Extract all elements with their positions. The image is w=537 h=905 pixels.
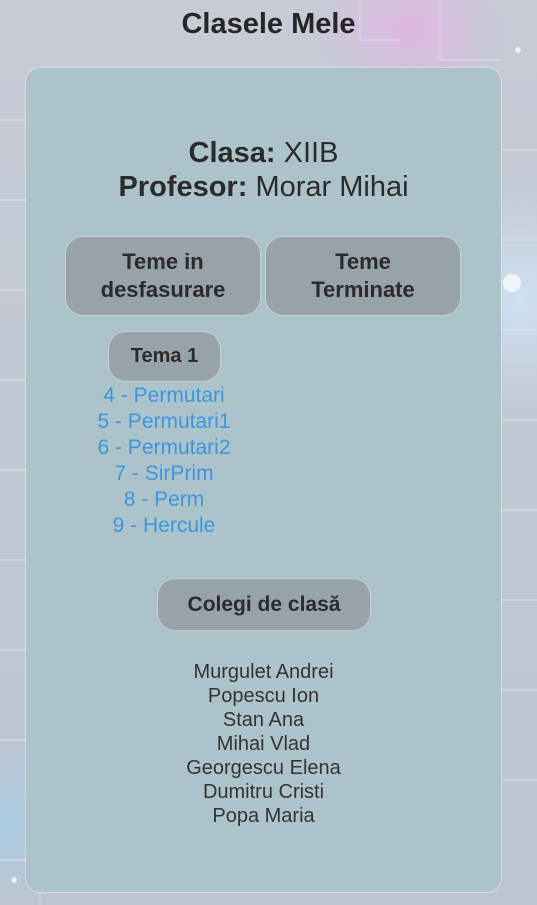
class-value: XIIB xyxy=(283,137,339,169)
page-title: Clasele Mele xyxy=(181,8,356,40)
classmate-name: Mihai Vlad xyxy=(216,733,311,755)
teacher-row: Profesor: Morar Mihai xyxy=(26,170,501,204)
classmate-name: Stan Ana xyxy=(222,709,305,731)
tab-in-progress-assignments[interactable]: Teme in desfasurare xyxy=(65,236,261,316)
tab-in-progress-label-line1: Teme in xyxy=(122,249,204,274)
teacher-label: Profesor: xyxy=(118,171,248,203)
theme-1-button[interactable]: Tema 1 xyxy=(108,331,221,382)
classmate-name: Dumitru Cristi xyxy=(202,781,325,803)
tab-finished-assignments[interactable]: Teme Terminate xyxy=(265,236,461,316)
classmates-list: Murgulet Andrei Popescu Ion Stan Ana Mih… xyxy=(26,660,501,828)
problem-link[interactable]: 5 - Permutari1 xyxy=(64,409,264,435)
tab-in-progress-label-line2: desfasurare xyxy=(100,277,226,302)
classmate-name: Murgulet Andrei xyxy=(193,661,334,683)
problem-link[interactable]: 8 - Perm xyxy=(64,487,264,513)
class-label: Clasa: xyxy=(188,137,276,169)
class-row: Clasa: XIIB xyxy=(26,136,501,170)
classmate-name: Popescu Ion xyxy=(207,685,320,707)
problem-link[interactable]: 6 - Permutari2 xyxy=(64,435,264,461)
class-info: Clasa: XIIB Profesor: Morar Mihai xyxy=(26,136,501,204)
problem-link[interactable]: 9 - Hercule xyxy=(64,513,264,539)
classmate-name: Popa Maria xyxy=(212,805,315,827)
classmate-name: Georgescu Elena xyxy=(186,757,341,779)
problem-link[interactable]: 4 - Permutari xyxy=(64,383,264,409)
tab-finished-label-line2: Terminate xyxy=(311,277,415,302)
problem-link[interactable]: 7 - SirPrim xyxy=(64,461,264,487)
teacher-value: Morar Mihai xyxy=(255,171,409,203)
tab-finished-label-line1: Teme xyxy=(335,249,391,274)
classmates-button[interactable]: Colegi de clasă xyxy=(157,578,371,631)
problem-list: 4 - Permutari 5 - Permutari1 6 - Permuta… xyxy=(64,383,264,539)
